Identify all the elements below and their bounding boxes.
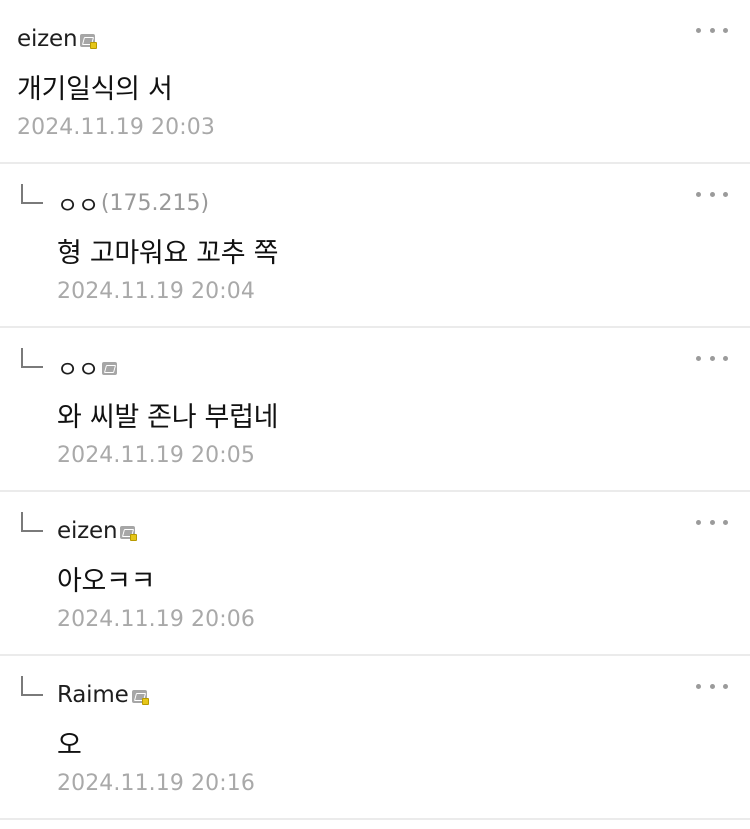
member-badge-icon xyxy=(80,33,98,49)
reply-arrow-icon xyxy=(21,348,43,368)
comment-date: 2024.11.19 20:16 xyxy=(57,771,255,796)
more-options-icon[interactable] xyxy=(696,514,728,530)
comment-author-row: ㅇㅇ xyxy=(57,350,119,384)
reply-item: eizen 아오ㅋㅋ 2024.11.19 20:06 xyxy=(0,492,750,656)
comment-list: eizen 개기일식의 서 2024.11.19 20:03 ㅇㅇ (175.2… xyxy=(0,0,750,829)
comment-author[interactable]: eizen xyxy=(17,26,78,52)
member-badge-icon xyxy=(101,361,119,377)
comment-author[interactable]: Raime xyxy=(57,682,129,708)
comment-author[interactable]: ㅇㅇ xyxy=(57,350,99,384)
comment-date: 2024.11.19 20:03 xyxy=(17,115,215,140)
comment-text: 아오ㅋㅋ xyxy=(57,566,156,597)
reply-item: ㅇㅇ (175.215) 형 고마워요 꼬추 쪽 2024.11.19 20:0… xyxy=(0,164,750,328)
reply-arrow-icon xyxy=(21,512,43,532)
comment-author[interactable]: ㅇㅇ xyxy=(57,186,99,220)
comment-text: 와 씨발 존나 부럽네 xyxy=(57,402,279,433)
more-options-icon[interactable] xyxy=(696,350,728,366)
comment-author-row: eizen xyxy=(17,24,98,54)
reply-arrow-icon xyxy=(21,184,43,204)
more-options-icon[interactable] xyxy=(696,678,728,694)
comment-item: eizen 개기일식의 서 2024.11.19 20:03 xyxy=(0,0,750,164)
member-badge-icon xyxy=(120,525,138,541)
comment-author[interactable]: eizen xyxy=(57,518,118,544)
comment-author-row: ㅇㅇ (175.215) xyxy=(57,186,210,220)
comment-text: 개기일식의 서 xyxy=(17,74,173,105)
comment-ip: (175.215) xyxy=(100,190,210,216)
comment-author-row: eizen xyxy=(57,516,138,546)
reply-item: Raime 오 2024.11.19 20:16 xyxy=(0,656,750,820)
comment-date: 2024.11.19 20:06 xyxy=(57,607,255,632)
comment-date: 2024.11.19 20:04 xyxy=(57,279,255,304)
comment-date: 2024.11.19 20:05 xyxy=(57,443,255,468)
comment-text: 형 고마워요 꼬추 쪽 xyxy=(57,238,279,269)
reply-arrow-icon xyxy=(21,676,43,696)
reply-item: ㅇㅇ 와 씨발 존나 부럽네 2024.11.19 20:05 xyxy=(0,328,750,492)
more-options-icon[interactable] xyxy=(696,186,728,202)
comment-text: 오 xyxy=(57,730,82,761)
comment-author-row: Raime xyxy=(57,680,149,710)
more-options-icon[interactable] xyxy=(696,22,728,38)
member-badge-icon xyxy=(131,689,149,705)
